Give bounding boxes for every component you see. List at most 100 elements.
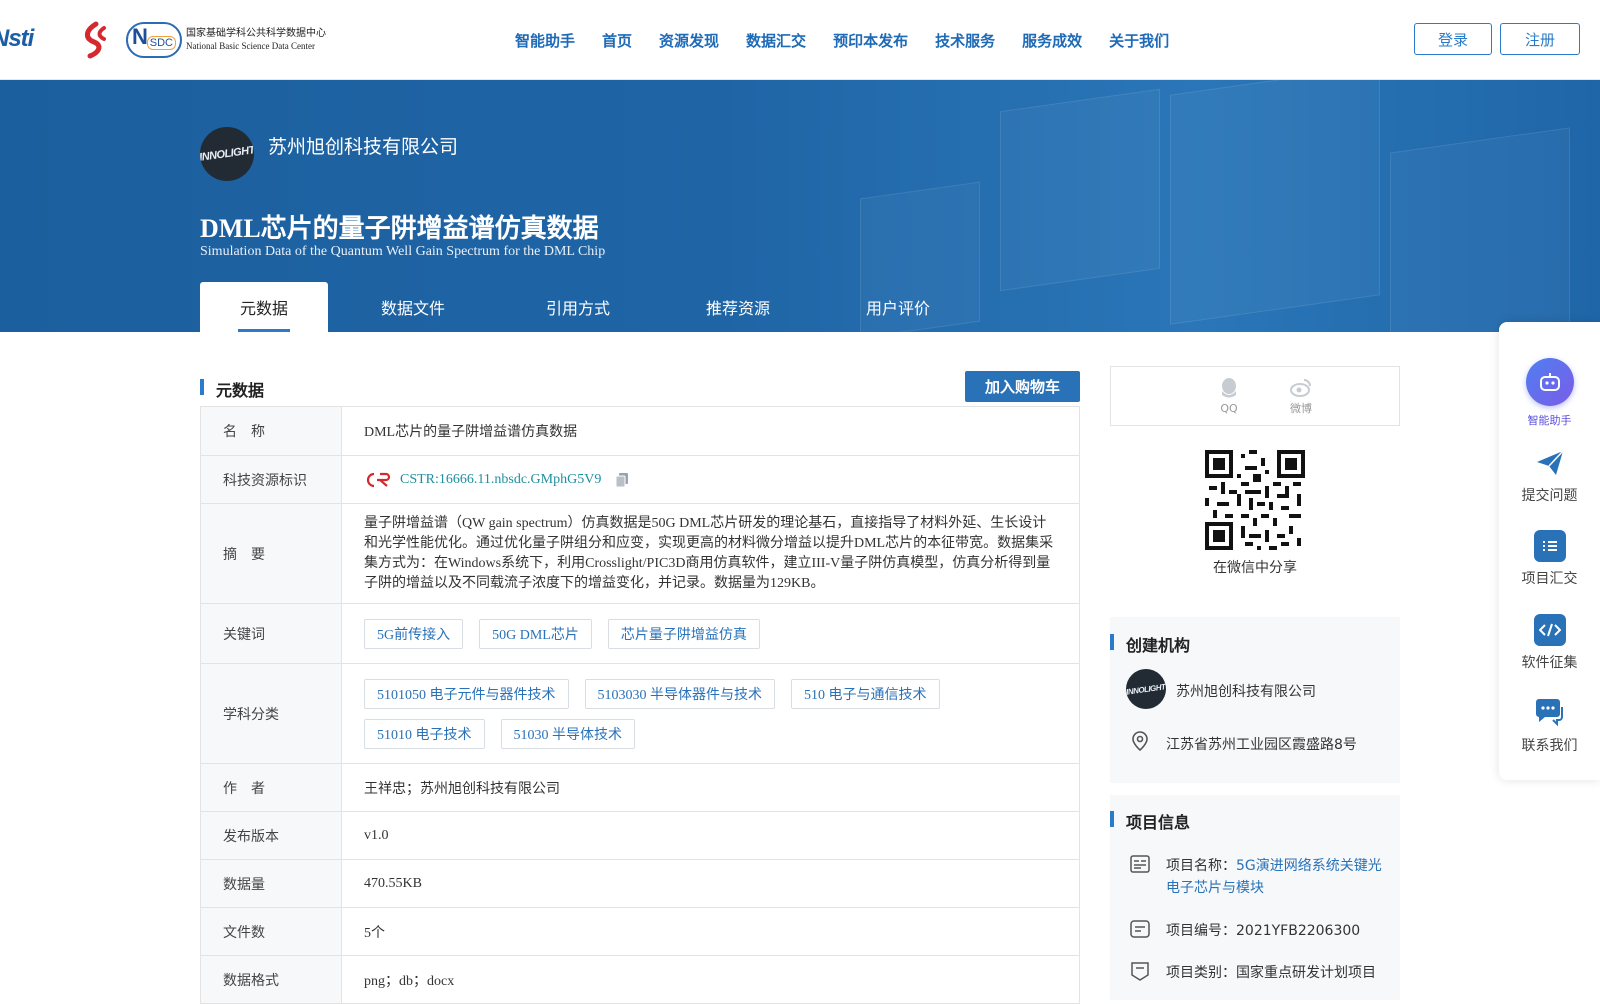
red-emblem-logo[interactable] — [74, 20, 114, 60]
page-title: DML芯片的量子阱增益谱仿真数据 — [200, 214, 599, 243]
chat-icon — [1534, 697, 1566, 729]
share-weibo-label: 微博 — [1290, 402, 1312, 415]
banner-decoration — [1000, 88, 1160, 292]
nsdc-name-cn: 国家基础学科公共科学数据中心 — [186, 28, 326, 39]
float-contact-us[interactable]: 联系我们 — [1499, 697, 1600, 755]
subject-tag[interactable]: 51010 电子技术 — [364, 718, 485, 749]
qq-icon — [1222, 378, 1236, 398]
metadata-section-title: 元数据 — [200, 377, 264, 401]
data-size-value: 470.55KB — [364, 875, 422, 891]
project-name-icon — [1130, 855, 1150, 873]
logo-group: Nsti N SDC 国家基础学科公共科学数据中心 National Basic… — [0, 18, 326, 62]
nav-item-data-submit[interactable]: 数据汇交 — [746, 30, 806, 51]
project-name: 项目名称：5G演进网络系统关键光电子芯片与模块 — [1166, 855, 1388, 899]
subject-tags: 5101050 电子元件与器件技术 5103030 半导体器件与技术 510 电… — [342, 664, 1079, 763]
table-row: 学科分类 5101050 电子元件与器件技术 5103030 半导体器件与技术 … — [201, 664, 1079, 764]
location-icon — [1132, 731, 1148, 752]
banner-decoration — [1170, 80, 1380, 325]
row-label: 作 者 — [201, 764, 342, 811]
float-submit-question[interactable]: 提交问题 — [1499, 447, 1600, 505]
nsdc-badge-letter: N — [132, 24, 148, 49]
keyword-tags: 5G前传接入 50G DML芯片 芯片量子阱增益仿真 — [342, 604, 1079, 663]
project-panel: 项目信息 项目名称：5G演进网络系统关键光电子芯片与模块 项目编号：2021YF… — [1110, 795, 1400, 1000]
table-row: 关键词 5G前传接入 50G DML芯片 芯片量子阱增益仿真 — [201, 604, 1079, 664]
float-project-submit-label: 项目汇交 — [1521, 571, 1578, 587]
row-label: 摘 要 — [201, 504, 342, 603]
table-row: 科技资源标识 CSTR:16666.11.nbsdc.GMphG5V9 — [201, 456, 1079, 504]
org-logo[interactable]: INNOLIGHT — [200, 127, 254, 181]
nav-item-discover[interactable]: 资源发现 — [659, 30, 719, 51]
identifier-cell: CSTR:16666.11.nbsdc.GMphG5V9 — [342, 456, 1079, 503]
nav-item-home[interactable]: 首页 — [602, 30, 632, 51]
add-to-cart-button[interactable]: 加入购物车 — [965, 371, 1080, 402]
float-assistant[interactable]: 智能助手 — [1499, 358, 1600, 428]
file-count-value: 5个 — [364, 925, 385, 941]
float-contact-us-label: 联系我们 — [1521, 738, 1578, 754]
paper-plane-icon — [1534, 447, 1566, 479]
project-type-icon — [1131, 962, 1149, 981]
copy-icon[interactable] — [615, 472, 629, 488]
tab-bar: 元数据 数据文件 引用方式 推荐资源 用户评价 — [200, 282, 978, 332]
author-value: 王祥忠；苏州旭创科技有限公司 — [364, 781, 560, 797]
nav-item-about[interactable]: 关于我们 — [1109, 30, 1169, 51]
nav-item-service-results[interactable]: 服务成效 — [1022, 30, 1082, 51]
wechat-qr-code — [1205, 450, 1305, 550]
float-submit-question-label: 提交问题 — [1521, 488, 1578, 504]
row-label: 数据量 — [201, 860, 342, 907]
creator-org-link[interactable]: 苏州旭创科技有限公司 — [1176, 681, 1316, 701]
creator-panel-title: 创建机构 — [1110, 632, 1190, 656]
keyword-tag[interactable]: 50G DML芯片 — [479, 618, 592, 649]
float-software-collect[interactable]: 软件征集 — [1499, 614, 1600, 672]
share-qq[interactable]: QQ — [1209, 377, 1249, 415]
table-row: 名 称 DML芯片的量子阱增益谱仿真数据 — [201, 407, 1079, 456]
row-label: 数据格式 — [201, 956, 342, 1003]
keyword-tag[interactable]: 芯片量子阱增益仿真 — [607, 618, 760, 649]
float-project-submit[interactable]: 项目汇交 — [1499, 530, 1600, 588]
nsti-logo[interactable]: Nsti — [0, 25, 62, 55]
nav-item-preprint[interactable]: 预印本发布 — [833, 30, 908, 51]
cstr-icon — [366, 472, 391, 487]
row-label: 发布版本 — [201, 812, 342, 859]
cstr-identifier-link[interactable]: CSTR:16666.11.nbsdc.GMphG5V9 — [400, 472, 601, 488]
row-label: 关键词 — [201, 604, 342, 663]
row-label: 文件数 — [201, 908, 342, 955]
code-icon — [1533, 614, 1566, 646]
org-name[interactable]: 苏州旭创科技有限公司 — [268, 132, 458, 159]
tab-recommended[interactable]: 推荐资源 — [658, 282, 818, 332]
subject-tag[interactable]: 5101050 电子元件与器件技术 — [364, 678, 569, 709]
nsti-logo-text: Nsti — [0, 25, 34, 52]
table-row: 发布版本 v1.0 — [201, 812, 1079, 860]
project-panel-title: 项目信息 — [1110, 809, 1190, 833]
table-row: 作 者 王祥忠；苏州旭创科技有限公司 — [201, 764, 1079, 812]
nav-item-tech-service[interactable]: 技术服务 — [935, 30, 995, 51]
banner-decoration — [1390, 127, 1570, 332]
floating-toolbar: 智能助手 提交问题 项目汇交 软件征集 联系我们 — [1499, 322, 1600, 780]
qr-caption: 在微信中分享 — [1213, 560, 1297, 576]
nav-item-assistant[interactable]: 智能助手 — [515, 30, 575, 51]
login-button[interactable]: 登录 — [1414, 23, 1492, 55]
tab-metadata[interactable]: 元数据 — [200, 282, 328, 332]
register-button[interactable]: 注册 — [1500, 23, 1580, 55]
org-logo-text: INNOLIGHT — [200, 144, 254, 164]
project-type: 项目类别：国家重点研发计划项目 — [1166, 965, 1376, 981]
resource-name-value: DML芯片的量子阱增益谱仿真数据 — [364, 425, 578, 440]
float-assistant-label: 智能助手 — [1527, 414, 1572, 427]
robot-icon — [1525, 358, 1574, 406]
subject-tag[interactable]: 5103030 半导体器件与技术 — [584, 678, 775, 709]
subject-tag[interactable]: 51030 半导体技术 — [500, 718, 635, 749]
weibo-icon — [1290, 379, 1311, 397]
tab-reviews[interactable]: 用户评价 — [818, 282, 978, 332]
tab-data-files[interactable]: 数据文件 — [328, 282, 498, 332]
nsdc-name-en: National Basic Science Data Center — [186, 41, 315, 51]
resource-banner: INNOLIGHT 苏州旭创科技有限公司 DML芯片的量子阱增益谱仿真数据 Si… — [0, 80, 1600, 332]
share-weibo[interactable]: 微博 — [1281, 377, 1321, 416]
creator-org-logo-text: INNOLIGHT — [1126, 681, 1166, 697]
keyword-tag[interactable]: 5G前传接入 — [364, 618, 464, 649]
subject-tag[interactable]: 510 电子与通信技术 — [791, 678, 940, 709]
tab-citation[interactable]: 引用方式 — [498, 282, 658, 332]
page-subtitle: Simulation Data of the Quantum Well Gain… — [200, 244, 606, 259]
table-row: 数据量 470.55KB — [201, 860, 1079, 908]
top-bar: Nsti N SDC 国家基础学科公共科学数据中心 National Basic… — [0, 0, 1600, 80]
nsdc-logo[interactable]: N SDC 国家基础学科公共科学数据中心 National Basic Scie… — [126, 22, 326, 58]
creator-address: 江苏省苏州工业园区霞盛路8号 — [1166, 737, 1357, 753]
